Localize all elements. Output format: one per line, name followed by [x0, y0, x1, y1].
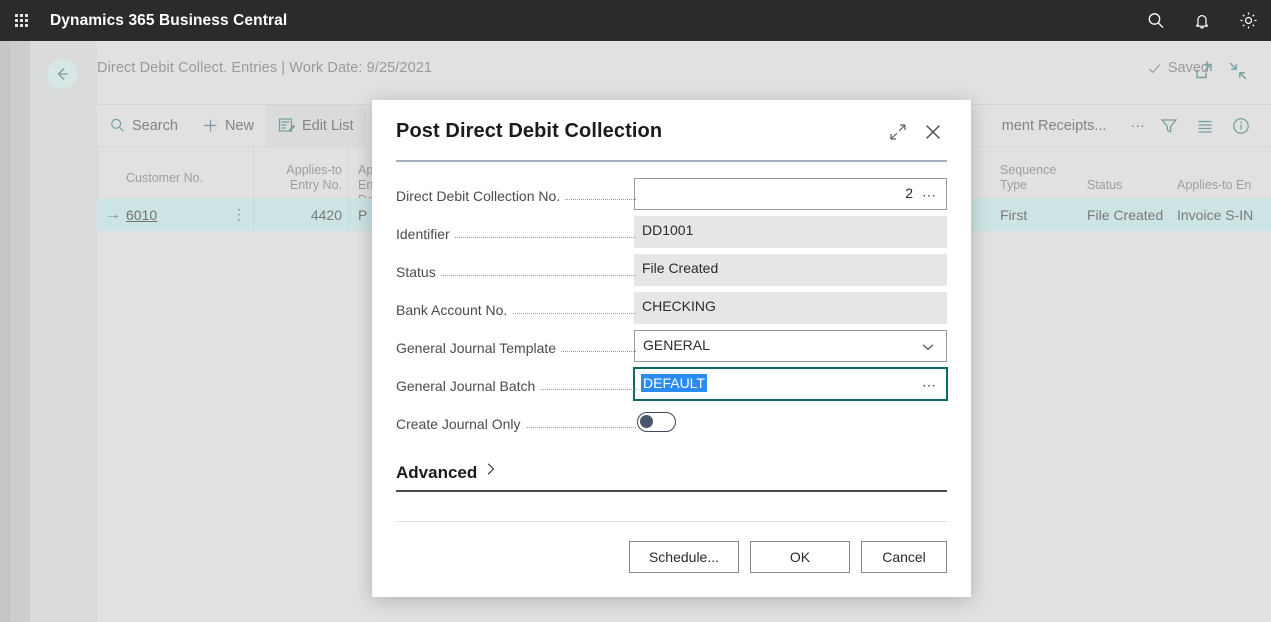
field-bank-account-no: Bank Account No. CHECKING	[396, 292, 947, 330]
column-header-sequence-type[interactable]: Sequence Type	[1000, 163, 1080, 193]
field-status: Status File Created	[396, 254, 947, 292]
input-identifier: DD1001	[634, 216, 947, 248]
input-value-general-journal-batch: DEFAULT	[641, 374, 707, 392]
cell-sequence-type[interactable]: First	[1000, 198, 1027, 231]
input-value-bank-account-no: CHECKING	[642, 298, 716, 314]
row-context-menu-icon[interactable]: ⋮	[232, 198, 246, 231]
column-header-applies-to-entry-no[interactable]: Applies-to Entry No.	[268, 163, 342, 193]
ok-button[interactable]: OK	[750, 541, 850, 573]
cell-applies-to-entry-no[interactable]: 4420	[268, 198, 342, 231]
toolbar-label-new: New	[224, 117, 254, 134]
toolbar-item-edit-list[interactable]: Edit List	[265, 105, 366, 146]
field-identifier: Identifier DD1001	[396, 216, 947, 254]
dialog-form: Direct Debit Collection No. 2 ⋯ Identifi…	[396, 178, 948, 444]
app-root: Dynamics 365 Business Central Direct Deb…	[0, 0, 1271, 622]
input-value-general-journal-template: GENERAL	[643, 337, 710, 353]
advanced-rule	[396, 490, 947, 492]
list-view-icon[interactable]	[1193, 114, 1217, 138]
toolbar-item-search[interactable]: Search	[97, 105, 190, 146]
post-direct-debit-collection-dialog: Post Direct Debit Collection Direct Debi…	[372, 100, 971, 597]
app-title: Dynamics 365 Business Central	[50, 11, 288, 29]
input-value-status: File Created	[642, 260, 719, 276]
row-indicator-icon: →	[105, 205, 121, 223]
navigation-rail	[30, 41, 97, 622]
chevron-right-icon[interactable]	[485, 462, 497, 481]
back-arrow-icon[interactable]	[47, 59, 77, 89]
cell-applies-to-entry[interactable]: Invoice S-IN	[1177, 198, 1253, 231]
toolbar-label-edit-list: Edit List	[301, 117, 354, 134]
gear-icon[interactable]	[1237, 10, 1259, 32]
dialog-title-rule	[396, 160, 947, 162]
field-general-journal-batch: General Journal Batch DEFAULT ⋯	[396, 367, 948, 406]
field-label-bank-account-no: Bank Account No.	[396, 302, 513, 318]
filter-icon[interactable]	[1157, 114, 1181, 138]
field-label-general-journal-template: General Journal Template	[396, 340, 562, 356]
input-bank-account-no: CHECKING	[634, 292, 947, 324]
cell-status[interactable]: File Created	[1087, 198, 1163, 231]
field-direct-debit-collection-no: Direct Debit Collection No. 2 ⋯	[396, 178, 947, 216]
close-icon[interactable]	[922, 121, 944, 143]
select-general-journal-template[interactable]: GENERAL	[634, 330, 947, 362]
collapse-icon[interactable]	[1227, 60, 1249, 82]
plus-icon	[204, 119, 217, 132]
field-label-identifier: Identifier	[396, 226, 455, 242]
field-label-create-journal-only: Create Journal Only	[396, 416, 526, 432]
advanced-label: Advanced	[396, 463, 478, 482]
window-edge-band-outer	[0, 41, 10, 622]
assist-edit-icon-general-journal-batch[interactable]: ⋯	[918, 369, 940, 401]
open-in-new-window-icon[interactable]	[1193, 60, 1215, 82]
column-header-applies-to-entry[interactable]: Applies-to En	[1177, 178, 1271, 193]
page-header: Direct Debit Collect. Entries | Work Dat…	[47, 41, 1271, 104]
assist-edit-icon-direct-debit-collection-no[interactable]: ⋯	[918, 179, 940, 211]
edit-list-icon	[278, 118, 296, 132]
field-general-journal-template: General Journal Template GENERAL	[396, 330, 947, 368]
cell-applies-to-entry-doc[interactable]: P	[358, 198, 367, 231]
search-icon[interactable]	[1145, 10, 1167, 32]
toolbar-item-payment-receipts[interactable]: ment Receipts...	[990, 105, 1119, 146]
window-edge-band-middle	[10, 41, 30, 622]
toolbar-label-payment-receipts: ment Receipts...	[1001, 117, 1107, 134]
toolbar-item-new[interactable]: New	[190, 105, 266, 146]
toggle-knob	[640, 415, 653, 428]
footer-divider	[396, 521, 947, 522]
info-icon[interactable]	[1229, 114, 1253, 138]
toggle-create-journal-only[interactable]	[637, 412, 676, 432]
toolbar-view-actions	[1157, 114, 1271, 138]
advanced-section[interactable]: Advanced	[396, 462, 947, 492]
field-label-general-journal-batch: General Journal Batch	[396, 378, 541, 394]
topbar-actions	[1145, 0, 1259, 41]
search-icon	[111, 118, 124, 132]
column-header-status[interactable]: Status	[1087, 178, 1157, 193]
app-launcher-icon[interactable]	[0, 0, 42, 41]
expand-icon[interactable]	[887, 121, 909, 143]
column-header-customer-no[interactable]: Customer No.	[126, 171, 246, 186]
field-create-journal-only: Create Journal Only	[396, 406, 947, 444]
cell-customer-no[interactable]: 6010	[126, 198, 157, 231]
top-app-bar: Dynamics 365 Business Central	[0, 0, 1271, 41]
dialog-title: Post Direct Debit Collection	[396, 120, 663, 142]
toggle-wrapper-create-journal-only	[637, 406, 676, 438]
ellipsis-icon: ···	[1130, 117, 1146, 134]
toolbar-item-more-options[interactable]: ···	[1119, 105, 1158, 146]
dialog-footer-buttons: Schedule... OK Cancel	[629, 541, 947, 573]
input-value-identifier: DD1001	[642, 222, 694, 238]
field-label-direct-debit-collection-no: Direct Debit Collection No.	[396, 188, 566, 204]
input-value-direct-debit-collection-no: 2	[905, 185, 913, 201]
input-general-journal-batch[interactable]: DEFAULT ⋯	[633, 367, 948, 401]
schedule-button[interactable]: Schedule...	[629, 541, 739, 573]
toolbar-label-search: Search	[132, 117, 178, 134]
checkmark-icon	[1148, 63, 1161, 73]
field-label-status: Status	[396, 264, 441, 280]
input-direct-debit-collection-no[interactable]: 2 ⋯	[634, 178, 947, 210]
chevron-down-icon[interactable]	[918, 331, 938, 363]
breadcrumb[interactable]: Direct Debit Collect. Entries | Work Dat…	[97, 60, 432, 76]
notification-bell-icon[interactable]	[1191, 10, 1213, 32]
input-status: File Created	[634, 254, 947, 286]
cancel-button[interactable]: Cancel	[861, 541, 947, 573]
